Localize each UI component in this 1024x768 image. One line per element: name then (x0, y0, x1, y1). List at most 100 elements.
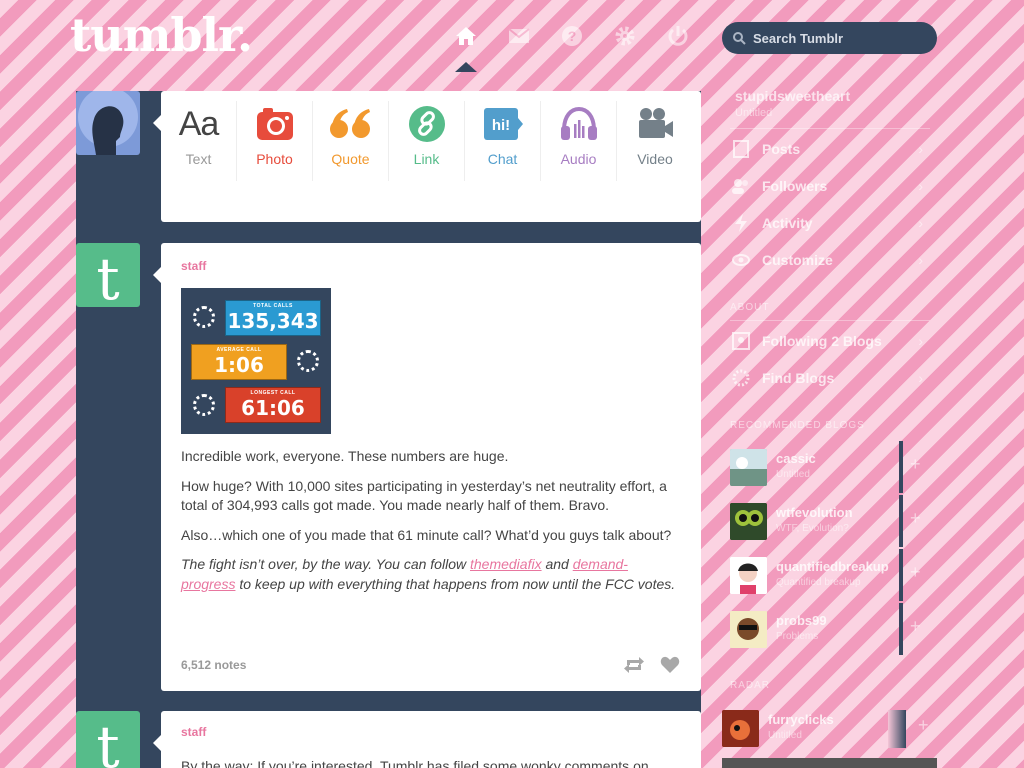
post-body: By the way: If you’re interested, Tumblr… (181, 757, 681, 768)
inbox-icon[interactable] (505, 22, 533, 50)
posts-icon (732, 140, 750, 158)
search-input[interactable] (753, 30, 923, 46)
post-text: The fight isn’t over, by the way. You ca… (181, 556, 470, 572)
post-type-label: Photo (256, 151, 293, 167)
post-blog-name[interactable]: staff (181, 725, 206, 739)
post-type-audio[interactable]: Audio (541, 101, 617, 181)
tumblr-logo[interactable]: tumblr. (70, 8, 253, 62)
search-bar[interactable] (722, 22, 937, 54)
themediafix-link[interactable]: themediafix (470, 556, 542, 572)
post-type-video[interactable]: Video (617, 101, 693, 181)
sidebar-item-following[interactable]: Following 2 Blogs › (732, 326, 927, 356)
follow-plus-icon[interactable]: + (910, 508, 921, 529)
total-calls-caption: TOTAL CALLS (253, 303, 293, 309)
notes-count[interactable]: 6,512 notes (181, 658, 246, 672)
chevron-right-icon: › (918, 141, 923, 157)
activity-icon (732, 214, 750, 232)
card-arrow (153, 115, 161, 131)
eye-icon (732, 251, 750, 269)
recommended-blog[interactable]: probs99 Problems + (730, 607, 921, 651)
post-type-selector: Aa Text Photo Quote Link hi! Chat Audio … (153, 91, 701, 222)
blog-avatar (730, 503, 767, 540)
blog-name: quantifiedbreakup (776, 559, 889, 574)
blog-avatar (730, 557, 767, 594)
sidebar-item-find-blogs[interactable]: Find Blogs › (732, 363, 927, 393)
home-icon[interactable] (452, 22, 480, 50)
staff-avatar[interactable]: t (76, 711, 140, 768)
radar-thumbnail (888, 710, 906, 748)
blog-title: Untitled (768, 730, 802, 741)
post-text: and (541, 556, 573, 572)
longest-call-caption: LONGEST CALL (250, 390, 296, 396)
post-type-label: Link (413, 151, 440, 167)
blog-title: WTF, Evolution? (776, 523, 849, 534)
recommended-blog[interactable]: wtfevolution WTF, Evolution? + (730, 499, 921, 543)
sidebar-item-customize[interactable]: Customize › (732, 245, 927, 275)
post-type-label: Video (637, 151, 673, 167)
average-call-box: AVERAGE CALL 1:06 (191, 344, 287, 380)
post-type-photo[interactable]: Photo (237, 101, 313, 181)
video-camera-icon (635, 101, 675, 147)
help-icon[interactable]: ? (558, 22, 586, 50)
longest-call-box: LONGEST CALL 61:06 (225, 387, 321, 423)
post-paragraph: Also…which one of you made that 61 minut… (181, 526, 672, 543)
link-icon (408, 101, 446, 147)
power-icon[interactable] (664, 22, 692, 50)
sidebar-item-activity[interactable]: Activity › (732, 208, 927, 238)
sidebar-item-posts[interactable]: Posts › (732, 134, 927, 164)
chat-icon: hi! (482, 101, 524, 147)
post-card: staff By the way: If you’re interested, … (153, 711, 701, 768)
settings-icon[interactable] (611, 22, 639, 50)
blog-avatar (722, 710, 759, 747)
blog-avatar (730, 611, 767, 648)
radar-heading: Radar (730, 680, 771, 691)
recommended-blog[interactable]: quantifiedbreakup Quantified breakup + (730, 553, 921, 597)
headphones-icon (559, 101, 599, 147)
card-arrow (153, 735, 161, 751)
reblog-icon[interactable] (622, 653, 646, 677)
sidebar-divider (730, 128, 930, 129)
post-type-chat[interactable]: hi! Chat (465, 101, 541, 181)
spinner-icon (193, 306, 215, 328)
post-paragraph-italic: The fight isn’t over, by the way. You ca… (181, 555, 681, 594)
user-avatar[interactable] (76, 91, 140, 155)
blog-title: Untitled (776, 469, 810, 480)
post-blog-name[interactable]: staff (181, 259, 206, 273)
spinner-icon (297, 350, 319, 372)
sidebar-item-label: Activity (762, 215, 813, 231)
post-type-label: Chat (487, 151, 518, 167)
blog-name: cassic (776, 451, 816, 466)
svg-text:t: t (96, 713, 119, 768)
recommended-blog[interactable]: cassic Untitled + (730, 445, 921, 489)
total-calls-value: 135,343 (227, 309, 319, 333)
follow-plus-icon[interactable]: + (910, 454, 921, 475)
radar-blog[interactable]: furryclicks Untitled + (722, 706, 929, 750)
post-type-label: Audio (560, 151, 597, 167)
follow-plus-icon[interactable]: + (918, 715, 929, 736)
staff-avatar[interactable]: t (76, 243, 140, 307)
post-type-quote[interactable]: Quote (313, 101, 389, 181)
post-paragraph: Incredible work, everyone. These numbers… (181, 448, 509, 464)
tumblr-t-icon: t (96, 245, 119, 307)
like-heart-icon[interactable] (658, 653, 682, 677)
blog-title: Quantified breakup (776, 577, 861, 588)
spinner-icon (193, 394, 215, 416)
sidebar-blog-name[interactable]: stupidsweetheart (735, 88, 850, 104)
chevron-right-icon: › (918, 370, 923, 386)
total-calls-box: TOTAL CALLS 135,343 (225, 300, 321, 336)
post-type-link[interactable]: Link (389, 101, 465, 181)
follow-plus-icon[interactable]: + (910, 562, 921, 583)
chevron-right-icon: › (918, 178, 923, 194)
nav-active-indicator (455, 62, 477, 72)
find-blogs-icon (732, 369, 750, 387)
sidebar-item-label: Following 2 Blogs (762, 333, 882, 349)
blog-name: wtfevolution (776, 505, 853, 520)
top-nav: ? (452, 22, 712, 50)
follow-plus-icon[interactable]: + (910, 616, 921, 637)
sidebar-section-heading: About (730, 302, 770, 313)
quote-icon (329, 101, 373, 147)
post-paragraph: By the way: If you’re interested, Tumblr… (181, 758, 649, 768)
post-type-text[interactable]: Aa Text (161, 101, 237, 181)
radar-image-preview[interactable] (722, 758, 937, 768)
sidebar-item-followers[interactable]: Followers › (732, 171, 927, 201)
